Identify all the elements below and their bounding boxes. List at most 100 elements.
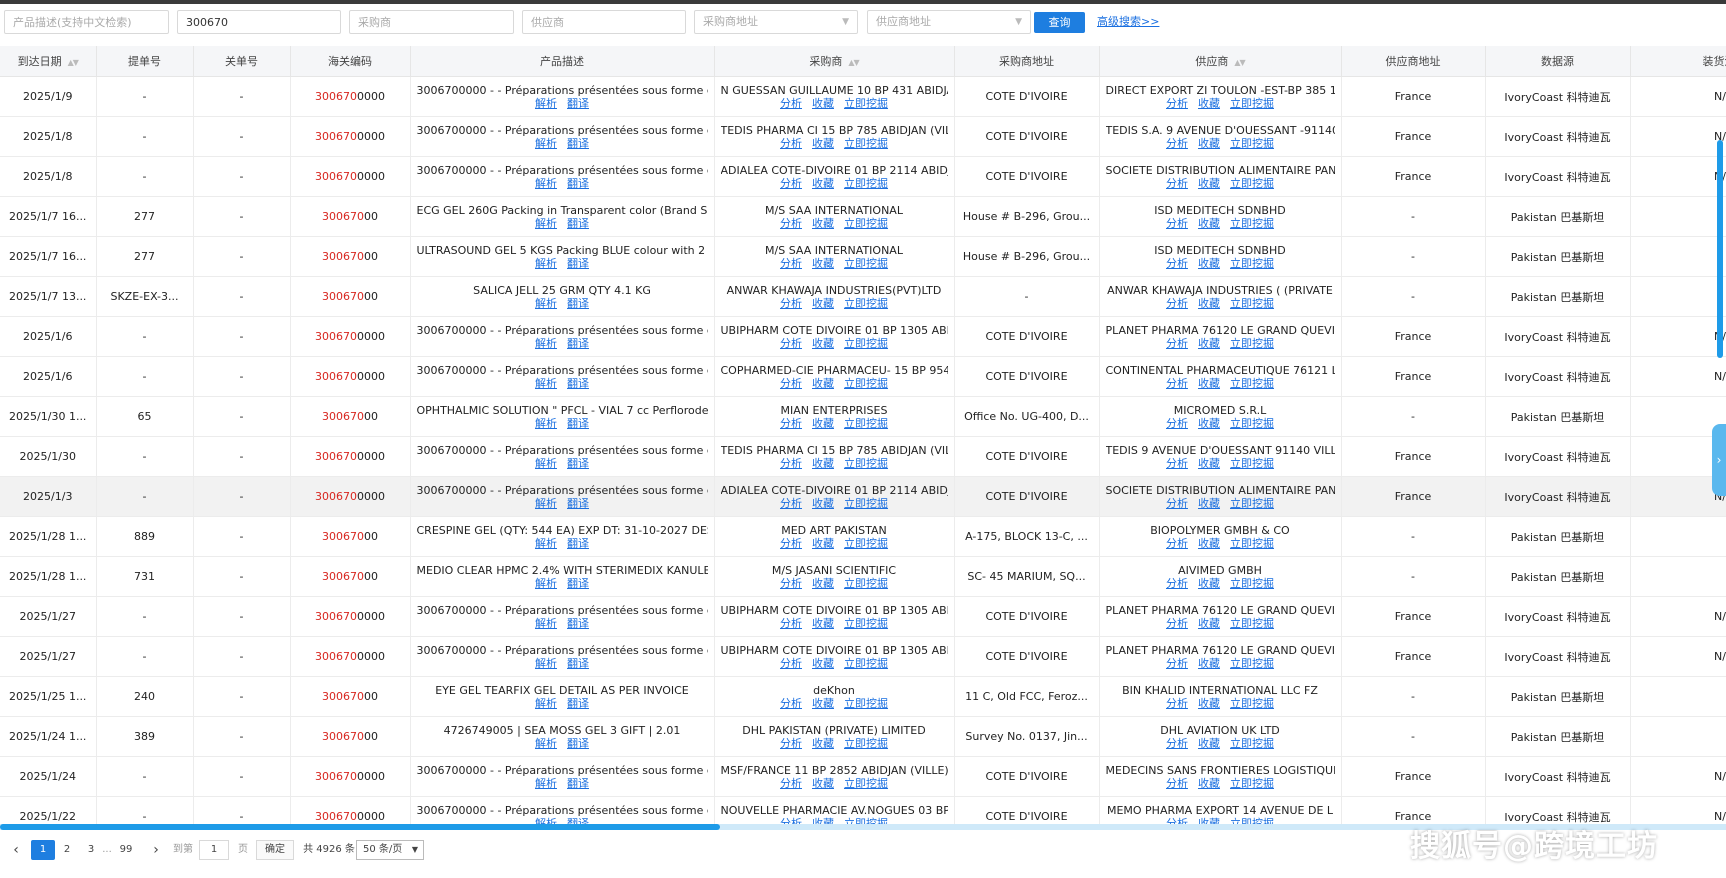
- product-search-input[interactable]: [4, 10, 169, 34]
- party-action-link[interactable]: 分析: [780, 697, 802, 710]
- party-action-link[interactable]: 收藏: [1198, 417, 1220, 430]
- party-action-link[interactable]: 立即挖掘: [1230, 657, 1274, 670]
- product-action-link[interactable]: 翻译: [567, 97, 589, 110]
- party-action-link[interactable]: 分析: [1166, 177, 1188, 190]
- party-action-link[interactable]: 收藏: [812, 657, 834, 670]
- party-action-link[interactable]: 分析: [780, 417, 802, 430]
- col-header-supplier[interactable]: 供应商 ▲▼: [1099, 46, 1342, 77]
- table-row[interactable]: 2025/1/22- -3006700000 3006700000 - - Prép…: [0, 796, 1726, 825]
- table-row[interactable]: 2025/1/6- -3006700000 3006700000 - - Prépa…: [0, 356, 1726, 397]
- horizontal-scrollbar-thumb[interactable]: [0, 824, 720, 830]
- product-action-link[interactable]: 解析: [535, 177, 557, 190]
- party-action-link[interactable]: 收藏: [1198, 577, 1220, 590]
- product-action-link[interactable]: 翻译: [567, 257, 589, 270]
- party-action-link[interactable]: 收藏: [812, 417, 834, 430]
- page-1-button[interactable]: 1: [31, 840, 55, 860]
- party-action-link[interactable]: 收藏: [1198, 617, 1220, 630]
- party-action-link[interactable]: 收藏: [1198, 97, 1220, 110]
- party-action-link[interactable]: 分析: [780, 337, 802, 350]
- party-action-link[interactable]: 收藏: [1198, 377, 1220, 390]
- supplier-input[interactable]: [522, 10, 686, 34]
- party-action-link[interactable]: 分析: [780, 97, 802, 110]
- party-action-link[interactable]: 分析: [1166, 257, 1188, 270]
- party-action-link[interactable]: 分析: [780, 617, 802, 630]
- product-action-link[interactable]: 解析: [535, 737, 557, 750]
- search-button[interactable]: 查询: [1034, 12, 1085, 33]
- product-action-link[interactable]: 翻译: [567, 297, 589, 310]
- product-action-link[interactable]: 翻译: [567, 377, 589, 390]
- party-action-link[interactable]: 收藏: [812, 537, 834, 550]
- party-action-link[interactable]: 收藏: [812, 777, 834, 790]
- party-action-link[interactable]: 立即挖掘: [1230, 217, 1274, 230]
- party-action-link[interactable]: 立即挖掘: [1230, 337, 1274, 350]
- party-action-link[interactable]: 分析: [780, 137, 802, 150]
- product-action-link[interactable]: 解析: [535, 617, 557, 630]
- product-action-link[interactable]: 翻译: [567, 777, 589, 790]
- party-action-link[interactable]: 收藏: [812, 97, 834, 110]
- product-action-link[interactable]: 翻译: [567, 577, 589, 590]
- party-action-link[interactable]: 立即挖掘: [1230, 137, 1274, 150]
- party-action-link[interactable]: 分析: [1166, 657, 1188, 670]
- party-action-link[interactable]: 立即挖掘: [844, 297, 888, 310]
- party-action-link[interactable]: 收藏: [812, 217, 834, 230]
- product-action-link[interactable]: 解析: [535, 297, 557, 310]
- sort-icon[interactable]: ▲▼: [848, 58, 859, 67]
- party-action-link[interactable]: 分析: [1166, 577, 1188, 590]
- page-99-button[interactable]: 99: [117, 840, 135, 860]
- party-action-link[interactable]: 立即挖掘: [844, 537, 888, 550]
- product-action-link[interactable]: 解析: [535, 257, 557, 270]
- party-action-link[interactable]: 分析: [1166, 777, 1188, 790]
- sort-icon[interactable]: ▲▼: [68, 58, 79, 67]
- page-size-select[interactable]: 50 条/页 ▼: [356, 840, 424, 860]
- party-action-link[interactable]: 立即挖掘: [844, 217, 888, 230]
- party-action-link[interactable]: 立即挖掘: [844, 577, 888, 590]
- party-action-link[interactable]: 分析: [780, 377, 802, 390]
- product-action-link[interactable]: 解析: [535, 497, 557, 510]
- supplier-address-select[interactable]: 供应商地址 ▼: [867, 10, 1031, 34]
- party-action-link[interactable]: 分析: [1166, 377, 1188, 390]
- party-action-link[interactable]: 立即挖掘: [1230, 457, 1274, 470]
- party-action-link[interactable]: 分析: [1166, 97, 1188, 110]
- party-action-link[interactable]: 收藏: [812, 497, 834, 510]
- party-action-link[interactable]: 立即挖掘: [1230, 177, 1274, 190]
- table-row[interactable]: 2025/1/28 1... 889-30067000 CRESPINE GEL (…: [0, 516, 1726, 557]
- product-action-link[interactable]: 解析: [535, 817, 557, 825]
- product-action-link[interactable]: 翻译: [567, 697, 589, 710]
- party-action-link[interactable]: 收藏: [1198, 297, 1220, 310]
- party-action-link[interactable]: 立即挖掘: [844, 497, 888, 510]
- party-action-link[interactable]: 收藏: [812, 697, 834, 710]
- prev-page-button[interactable]: ‹: [10, 840, 22, 860]
- party-action-link[interactable]: 分析: [780, 577, 802, 590]
- product-action-link[interactable]: 翻译: [567, 137, 589, 150]
- party-action-link[interactable]: 收藏: [812, 337, 834, 350]
- party-action-link[interactable]: 立即挖掘: [844, 617, 888, 630]
- buyer-address-select[interactable]: 采购商地址 ▼: [694, 10, 858, 34]
- party-action-link[interactable]: 收藏: [1198, 697, 1220, 710]
- party-action-link[interactable]: 收藏: [1198, 537, 1220, 550]
- party-action-link[interactable]: 收藏: [1198, 737, 1220, 750]
- product-action-link[interactable]: 解析: [535, 777, 557, 790]
- party-action-link[interactable]: 立即挖掘: [1230, 537, 1274, 550]
- party-action-link[interactable]: 立即挖掘: [1230, 697, 1274, 710]
- party-action-link[interactable]: 立即挖掘: [1230, 97, 1274, 110]
- table-row[interactable]: 2025/1/9- -3006700000 3006700000 - - Prépa…: [0, 76, 1726, 117]
- advanced-search-link[interactable]: 高级搜索>>: [1097, 10, 1159, 34]
- party-action-link[interactable]: 立即挖掘: [1230, 497, 1274, 510]
- party-action-link[interactable]: 分析: [780, 657, 802, 670]
- party-action-link[interactable]: 收藏: [812, 577, 834, 590]
- product-action-link[interactable]: 解析: [535, 697, 557, 710]
- hs-code-input[interactable]: [177, 10, 341, 34]
- party-action-link[interactable]: 分析: [1166, 297, 1188, 310]
- table-row[interactable]: 2025/1/24- -3006700000 3006700000 - - Prép…: [0, 756, 1726, 797]
- goto-page-input[interactable]: 1: [199, 840, 229, 860]
- product-action-link[interactable]: 翻译: [567, 217, 589, 230]
- party-action-link[interactable]: 分析: [1166, 817, 1188, 825]
- party-action-link[interactable]: 分析: [780, 777, 802, 790]
- party-action-link[interactable]: 分析: [780, 817, 802, 825]
- party-action-link[interactable]: 立即挖掘: [844, 97, 888, 110]
- product-action-link[interactable]: 解析: [535, 577, 557, 590]
- party-action-link[interactable]: 收藏: [1198, 777, 1220, 790]
- party-action-link[interactable]: 分析: [1166, 697, 1188, 710]
- table-row[interactable]: 2025/1/7 13... SKZE-EX-3... -30067000 SALIC…: [0, 276, 1726, 317]
- party-action-link[interactable]: 收藏: [1198, 457, 1220, 470]
